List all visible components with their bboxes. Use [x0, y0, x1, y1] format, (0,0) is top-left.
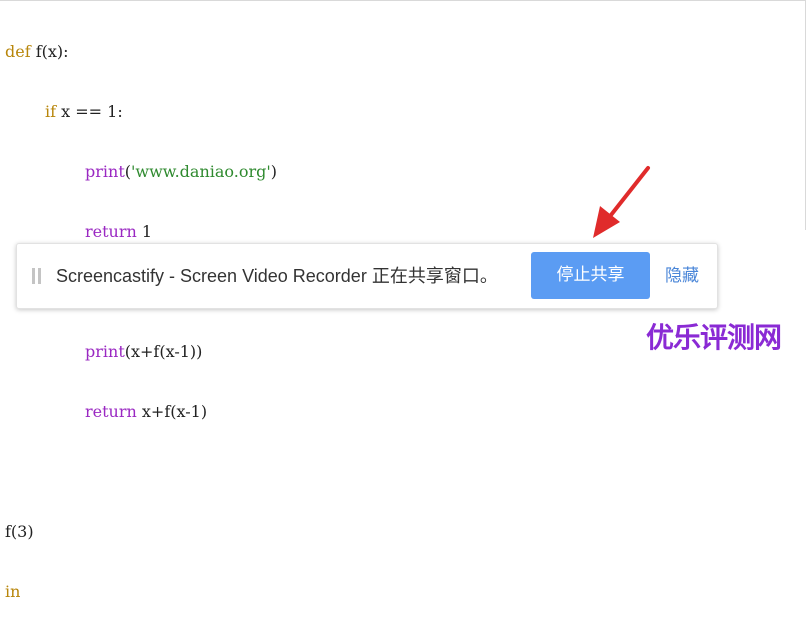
code-line-6: print(x+f(x-1)): [5, 342, 277, 362]
watermark-logo: 优乐评测网: [646, 321, 782, 354]
code-text: ): [270, 162, 278, 181]
code-text: 1: [136, 222, 153, 241]
code-text: f(x):: [30, 42, 69, 61]
top-divider: [0, 0, 806, 1]
code-text: x+f(x-1): [136, 402, 208, 421]
stop-sharing-button[interactable]: 停止共享: [531, 252, 650, 299]
code-builtin: return: [85, 222, 137, 241]
code-line-3: print('www.daniao.org'): [5, 162, 277, 182]
code-line-1: def f(x):: [5, 42, 277, 62]
code-keyword: if: [45, 102, 57, 121]
code-text: f(3): [5, 522, 34, 541]
code-editor[interactable]: def f(x): if x == 1: print('www.daniao.o…: [5, 2, 277, 622]
code-line-7: return x+f(x-1): [5, 402, 277, 422]
code-line-10: in: [5, 582, 277, 602]
code-text: x == 1:: [56, 102, 123, 121]
code-text: (x+f(x-1)): [124, 342, 203, 361]
code-builtin: print: [85, 162, 125, 181]
code-line-4: return 1: [5, 222, 277, 242]
screen-share-bar: Screencastify - Screen Video Recorder 正在…: [16, 243, 718, 309]
code-line-9: f(3): [5, 522, 277, 542]
code-line-2: if x == 1:: [5, 102, 277, 122]
code-builtin: return: [85, 402, 137, 421]
code-builtin: print: [85, 342, 125, 361]
code-keyword: in: [5, 582, 21, 601]
code-keyword: def: [5, 42, 31, 61]
share-message: Screencastify - Screen Video Recorder 正在…: [56, 266, 498, 286]
hide-link[interactable]: 隐藏: [665, 266, 699, 286]
code-string: 'www.daniao.org': [131, 162, 271, 181]
drag-handle-icon[interactable]: [32, 268, 41, 284]
